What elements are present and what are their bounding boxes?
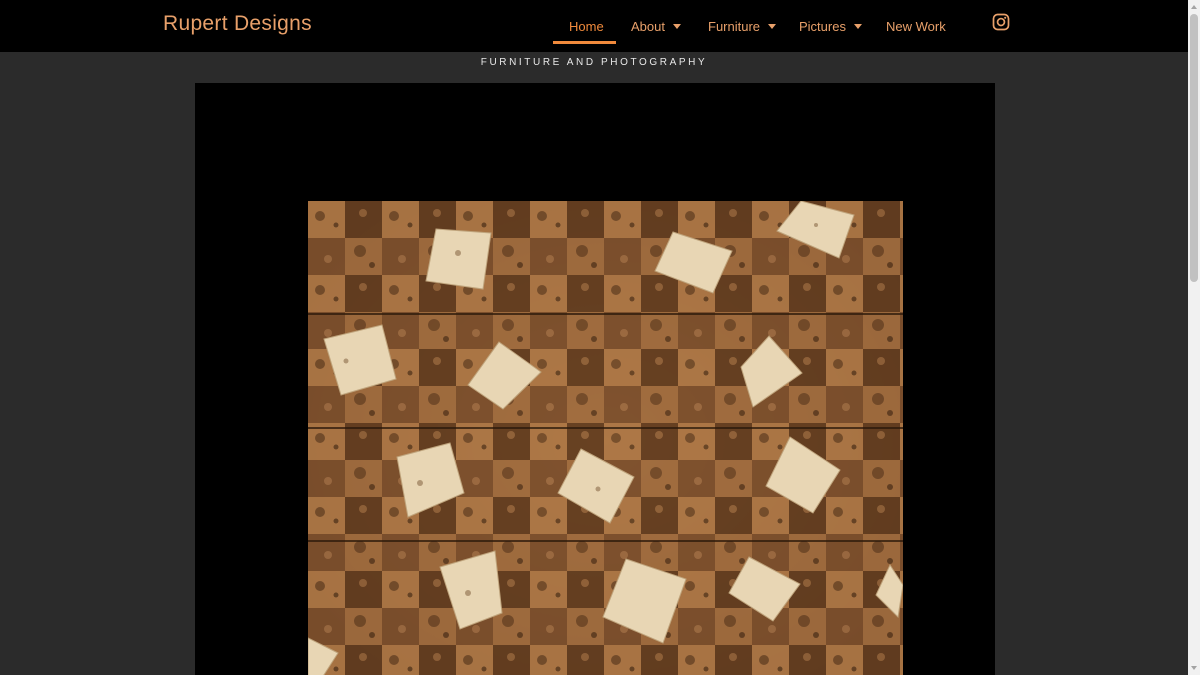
nav-home-label: Home (569, 18, 604, 34)
scroll-down-arrow-icon[interactable] (1191, 666, 1197, 670)
nav-pictures[interactable]: Pictures (799, 17, 862, 35)
chevron-down-icon (672, 23, 681, 29)
nav-new-work-label: New Work (886, 18, 946, 34)
nav-about-label: About (631, 18, 665, 34)
site-tagline: FURNITURE AND PHOTOGRAPHY (480, 57, 708, 68)
nav-furniture-label: Furniture (708, 18, 761, 34)
scroll-thumb[interactable] (1190, 14, 1198, 282)
nav-furniture[interactable]: Furniture (708, 17, 777, 35)
nav-home[interactable]: Home (569, 17, 604, 35)
furniture-artwork-image (308, 201, 903, 675)
instagram-icon[interactable] (992, 13, 1010, 31)
site-header: Rupert Designs Home About Furniture Pict… (0, 0, 1188, 52)
nav-about[interactable]: About (631, 17, 681, 35)
hero-image (195, 83, 995, 675)
site-logo[interactable]: Rupert Designs (163, 12, 312, 36)
nav-active-indicator (553, 41, 616, 44)
scroll-up-arrow-icon[interactable] (1191, 5, 1197, 9)
vertical-scrollbar[interactable] (1188, 0, 1200, 675)
nav-new-work[interactable]: New Work (886, 17, 946, 35)
chevron-down-icon (768, 23, 777, 29)
nav-pictures-label: Pictures (799, 18, 846, 34)
chevron-down-icon (853, 23, 862, 29)
